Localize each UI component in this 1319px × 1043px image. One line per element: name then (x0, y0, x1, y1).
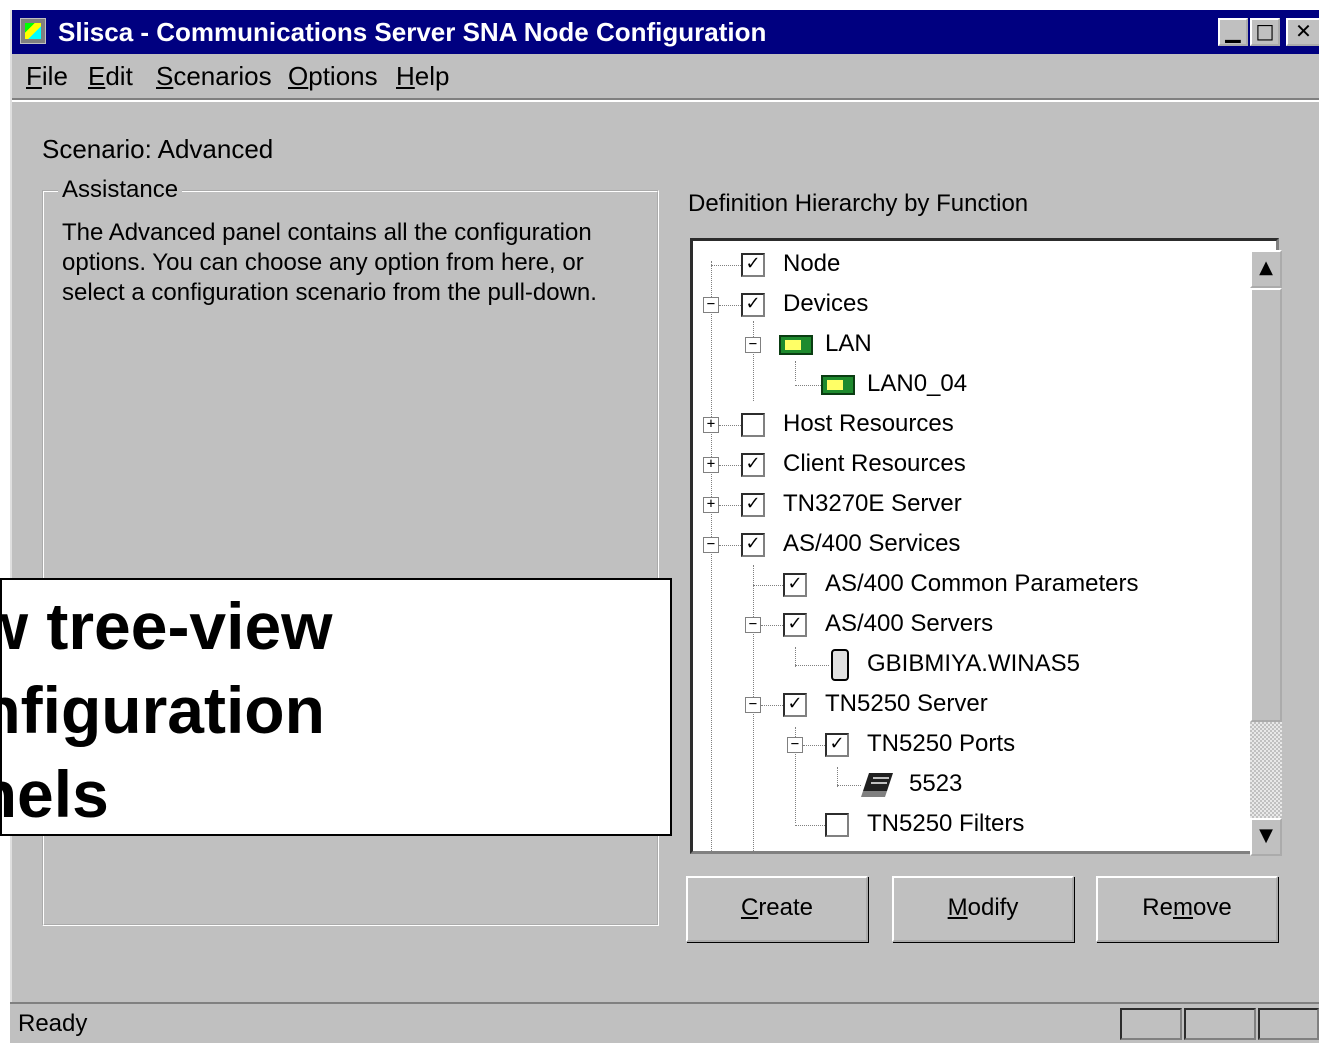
menu-bar: File Edit Scenarios Options Help (12, 54, 1319, 100)
tree-item-client-resources[interactable]: + ✓ Client Resources (693, 445, 1253, 485)
scenario-label: Scenario: Advanced (42, 134, 274, 164)
checkbox[interactable] (825, 813, 849, 837)
collapse-icon[interactable]: − (745, 337, 761, 353)
checkbox[interactable] (741, 413, 765, 437)
minimize-button[interactable]: ▁ (1218, 18, 1248, 46)
tree-scrollbar[interactable]: ▲ ▼ (1250, 250, 1282, 856)
menu-file[interactable]: File (26, 60, 68, 92)
menu-options[interactable]: Options (288, 60, 378, 92)
client-area: Scenario: Advanced Assistance The Advanc… (12, 100, 1319, 1002)
collapse-icon[interactable]: − (703, 297, 719, 313)
maximize-button[interactable]: □ (1250, 18, 1280, 46)
title-bar[interactable]: Slisca - Communications Server SNA Node … (12, 10, 1319, 54)
status-panel (1184, 1008, 1256, 1040)
tree-item-as400-servers[interactable]: − ✓ AS/400 Servers (693, 605, 1253, 645)
checkbox[interactable]: ✓ (783, 693, 807, 717)
server-icon (831, 649, 849, 681)
app-icon[interactable] (20, 18, 46, 44)
checkbox[interactable]: ✓ (783, 573, 807, 597)
checkbox[interactable]: ✓ (741, 493, 765, 517)
tree-item-as400-common-parameters[interactable]: ✓ AS/400 Common Parameters (693, 565, 1253, 605)
expand-icon[interactable]: + (703, 497, 719, 513)
scroll-thumb[interactable] (1250, 288, 1282, 722)
collapse-icon[interactable]: − (787, 737, 803, 753)
window-title: Slisca - Communications Server SNA Node … (58, 17, 767, 47)
checkbox[interactable]: ✓ (741, 253, 765, 277)
close-button[interactable]: ✕ (1286, 18, 1319, 46)
scroll-down-icon[interactable]: ▼ (1250, 818, 1282, 856)
status-panel (1258, 1008, 1319, 1040)
hierarchy-label: Definition Hierarchy by Function (688, 190, 1029, 217)
tree-item-gbibmiya-winas5[interactable]: GBIBMIYA.WINAS5 (693, 645, 1253, 685)
tree-item-lan0-04[interactable]: LAN0_04 (693, 365, 1253, 405)
tree-item-tn3270e-server[interactable]: + ✓ TN3270E Server (693, 485, 1253, 525)
remove-button[interactable]: Remove (1096, 876, 1278, 942)
status-panel (1120, 1008, 1182, 1040)
tree-item-devices[interactable]: − ✓ Devices (693, 285, 1253, 325)
menu-edit[interactable]: Edit (88, 60, 133, 92)
callout-text: ew tree-view onfiguration anels (2, 589, 333, 831)
callout-box: ew tree-view onfiguration anels (0, 578, 672, 836)
checkbox[interactable]: ✓ (741, 293, 765, 317)
checkbox[interactable]: ✓ (741, 533, 765, 557)
tree-item-lan[interactable]: − LAN (693, 325, 1253, 365)
menu-scenarios[interactable]: Scenarios (156, 60, 272, 92)
collapse-icon[interactable]: − (703, 537, 719, 553)
status-text: Ready (18, 1010, 88, 1037)
checkbox[interactable]: ✓ (825, 733, 849, 757)
port-icon (861, 773, 893, 797)
expand-icon[interactable]: + (703, 417, 719, 433)
expand-icon[interactable]: + (703, 457, 719, 473)
lan-adapter-icon (821, 375, 855, 395)
lan-adapter-icon (779, 335, 813, 355)
tree-item-as400-services[interactable]: − ✓ AS/400 Services (693, 525, 1253, 565)
checkbox[interactable]: ✓ (783, 613, 807, 637)
checkbox[interactable]: ✓ (741, 453, 765, 477)
assistance-text: The Advanced panel contains all the conf… (62, 219, 597, 306)
tree-item-host-resources[interactable]: + Host Resources (693, 405, 1253, 445)
create-button[interactable]: Create (686, 876, 868, 942)
modify-button[interactable]: Modify (892, 876, 1074, 942)
status-bar: Ready (10, 1002, 1319, 1043)
tree-item-tn5250-filters[interactable]: TN5250 Filters (693, 805, 1253, 845)
menu-help[interactable]: Help (396, 60, 449, 92)
collapse-icon[interactable]: − (745, 617, 761, 633)
tree-item-5523[interactable]: 5523 (693, 765, 1253, 805)
tree-item-node[interactable]: ✓ Node (693, 245, 1253, 285)
scroll-up-icon[interactable]: ▲ (1250, 250, 1282, 288)
collapse-icon[interactable]: − (745, 697, 761, 713)
assistance-legend: Assistance (58, 176, 183, 204)
tree-item-tn5250-ports[interactable]: − ✓ TN5250 Ports (693, 725, 1253, 765)
tree-item-tn5250-server[interactable]: − ✓ TN5250 Server (693, 685, 1253, 725)
definition-tree[interactable]: ✓ Node − ✓ Devices − LAN LAN0_04 + Host … (690, 238, 1279, 854)
